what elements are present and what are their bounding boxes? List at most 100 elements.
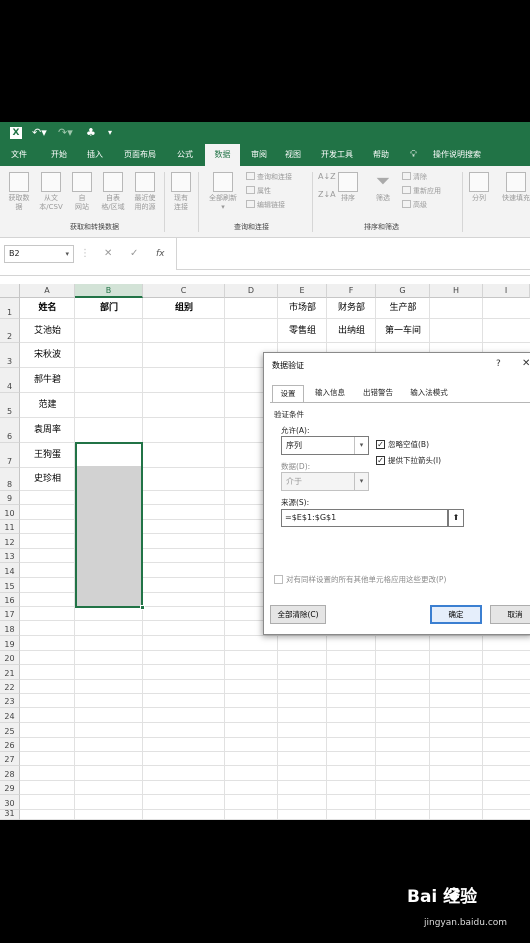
row-header-11[interactable]: 11 <box>0 520 20 534</box>
tab-developer[interactable]: 开发工具 <box>314 144 360 166</box>
tab-view[interactable]: 视图 <box>278 144 308 166</box>
flash-fill-button[interactable]: 快速填充 <box>496 172 530 203</box>
cell-e1[interactable]: 市场部 <box>278 298 327 319</box>
row-header-8[interactable]: 8 <box>0 468 20 491</box>
customize-icon[interactable]: ▾ <box>108 125 112 141</box>
row-header-24[interactable]: 24 <box>0 708 20 723</box>
formula-input[interactable] <box>176 238 530 270</box>
properties-button[interactable]: 属性 <box>246 186 271 196</box>
ignore-blank-checkbox[interactable]: ✓ <box>376 440 385 449</box>
tab-file[interactable]: 文件 <box>4 144 34 166</box>
sort-button[interactable]: 排序 <box>336 172 360 203</box>
reapply-button[interactable]: 重新应用 <box>402 186 441 196</box>
column-header-c[interactable]: C <box>143 284 225 298</box>
cell-g1[interactable]: 生产部 <box>376 298 430 319</box>
tab-insert[interactable]: 插入 <box>80 144 110 166</box>
tab-help[interactable]: 帮助 <box>366 144 396 166</box>
from-csv-button[interactable]: 从文 本/CSV <box>36 172 66 212</box>
tab-settings[interactable]: 设置 <box>272 385 304 403</box>
row-header-14[interactable]: 14 <box>0 563 20 578</box>
row-header-12[interactable]: 12 <box>0 534 20 549</box>
cell-a2[interactable]: 艾池始 <box>20 319 75 343</box>
row-header-18[interactable]: 18 <box>0 621 20 636</box>
cell-g2[interactable]: 第一车间 <box>376 319 430 343</box>
from-web-button[interactable]: 自 网站 <box>68 172 96 212</box>
row-header-9[interactable]: 9 <box>0 491 20 505</box>
row-header-7[interactable]: 7 <box>0 443 20 468</box>
column-header-i[interactable]: I <box>483 284 530 298</box>
tab-data[interactable]: 数据 <box>205 144 240 166</box>
row-header-26[interactable]: 26 <box>0 738 20 752</box>
row-header-15[interactable]: 15 <box>0 578 20 593</box>
cell-e2[interactable]: 零售组 <box>278 319 327 343</box>
cell-f1[interactable]: 财务部 <box>327 298 376 319</box>
ok-button[interactable]: 确定 <box>430 605 482 624</box>
row-header-22[interactable]: 22 <box>0 680 20 694</box>
redo-icon[interactable]: ↷▾ <box>58 125 73 141</box>
cell-c1[interactable]: 组别 <box>143 298 225 319</box>
cell-a7[interactable]: 王狗蛋 <box>20 443 75 468</box>
tab-ime-mode[interactable]: 输入法模式 <box>404 385 454 402</box>
sort-az-button[interactable]: A↓Z <box>318 172 336 181</box>
cell-b1[interactable]: 部门 <box>75 298 143 319</box>
row-header-13[interactable]: 13 <box>0 549 20 563</box>
column-header-f[interactable]: F <box>327 284 376 298</box>
data-select[interactable]: 介于 ▾ <box>281 472 369 491</box>
clear-filter-button[interactable]: 清除 <box>402 172 427 182</box>
tab-input-message[interactable]: 输入信息 <box>308 385 352 402</box>
undo-icon[interactable]: ↶▾ <box>32 125 47 141</box>
cell-a1[interactable]: 姓名 <box>20 298 75 319</box>
cell-a3[interactable]: 宋秋波 <box>20 343 75 368</box>
row-header-23[interactable]: 23 <box>0 694 20 708</box>
row-header-16[interactable]: 16 <box>0 593 20 607</box>
fx-icon[interactable]: fx <box>156 245 165 263</box>
row-header-19[interactable]: 19 <box>0 636 20 651</box>
row-header-5[interactable]: 5 <box>0 393 20 418</box>
tab-review[interactable]: 审阅 <box>244 144 274 166</box>
row-header-21[interactable]: 21 <box>0 665 20 680</box>
column-header-g[interactable]: G <box>376 284 430 298</box>
allow-select[interactable]: 序列 ▾ <box>281 436 369 455</box>
tree-icon[interactable]: ♣ <box>86 125 96 141</box>
source-input[interactable]: =$E$1:$G$1 <box>281 509 448 527</box>
cell-a8[interactable]: 史珍相 <box>20 468 75 491</box>
row-header-3[interactable]: 3 <box>0 343 20 368</box>
name-box[interactable]: B2 ▾ <box>4 245 74 263</box>
tell-me-search[interactable]: 操作说明搜索 <box>424 144 490 166</box>
row-header-29[interactable]: 29 <box>0 781 20 795</box>
column-header-b[interactable]: B <box>75 284 143 298</box>
tab-error-alert[interactable]: 出错警告 <box>356 385 400 402</box>
chevron-down-icon[interactable]: ▾ <box>65 246 69 262</box>
existing-connections-button[interactable]: 现有 连接 <box>168 172 194 212</box>
row-header-27[interactable]: 27 <box>0 752 20 766</box>
cancel-button[interactable]: 取消 <box>490 605 530 624</box>
fill-handle[interactable] <box>140 605 145 610</box>
filter-button[interactable]: ⏷ 筛选 <box>370 172 396 203</box>
column-header-a[interactable]: A <box>20 284 75 298</box>
row-header-10[interactable]: 10 <box>0 505 20 520</box>
row-header-28[interactable]: 28 <box>0 766 20 781</box>
clear-all-button[interactable]: 全部清除(C) <box>270 605 326 624</box>
row-header-20[interactable]: 20 <box>0 651 20 665</box>
from-table-button[interactable]: 自表 格/区域 <box>98 172 128 212</box>
row-header-2[interactable]: 2 <box>0 319 20 343</box>
tab-formulas[interactable]: 公式 <box>170 144 200 166</box>
sort-za-button[interactable]: Z↓A <box>318 190 336 199</box>
advanced-filter-button[interactable]: 高级 <box>402 200 427 210</box>
recent-sources-button[interactable]: 最近使 用的源 <box>130 172 160 212</box>
column-header-h[interactable]: H <box>430 284 483 298</box>
cell-a5[interactable]: 范建 <box>20 393 75 418</box>
row-header-31[interactable]: 31 <box>0 809 20 820</box>
column-header-d[interactable]: D <box>225 284 278 298</box>
row-header-17[interactable]: 17 <box>0 607 20 621</box>
in-cell-dropdown-checkbox[interactable]: ✓ <box>376 456 385 465</box>
row-header-1[interactable]: 1 <box>0 298 20 319</box>
close-button[interactable]: ✕ <box>522 358 530 369</box>
cancel-icon[interactable]: ✕ <box>104 245 112 263</box>
cell-f2[interactable]: 出纳组 <box>327 319 376 343</box>
select-all-corner[interactable] <box>0 284 20 298</box>
refresh-all-button[interactable]: 全部刷新 ▾ <box>204 172 242 212</box>
queries-connections-button[interactable]: 查询和连接 <box>246 172 292 182</box>
cell-a4[interactable]: 郝牛碧 <box>20 368 75 393</box>
cell-a6[interactable]: 袁周率 <box>20 418 75 443</box>
